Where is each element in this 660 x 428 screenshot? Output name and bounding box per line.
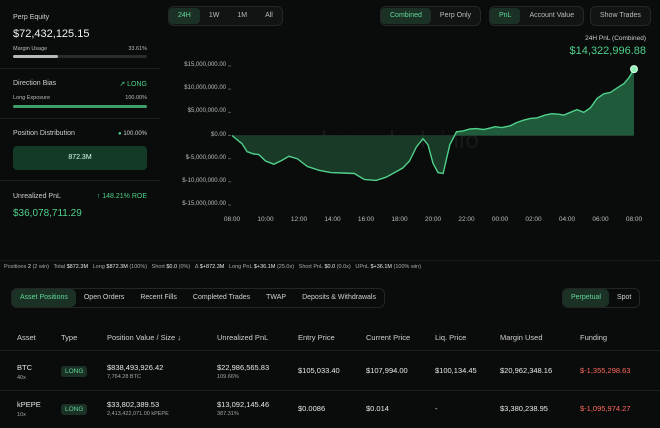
positions-note: (2 win)	[32, 264, 49, 270]
header-entry-price[interactable]: Entry Price	[298, 333, 335, 342]
long-pnl-value: $+36.1M	[253, 264, 276, 270]
entry-price: $105,033.40	[298, 366, 340, 375]
positions-count: 2	[27, 264, 31, 270]
asset-name[interactable]: BTC	[17, 363, 32, 372]
header-funding[interactable]: Funding	[580, 333, 607, 342]
position-value: $33,802,389.53	[107, 400, 160, 409]
margin-used: $20,962,348.16	[500, 366, 553, 375]
positions-label: Positions	[4, 264, 27, 270]
header-unrealized-pnl[interactable]: Unrealized PnL	[217, 333, 268, 342]
x-tick-label: 16:00	[357, 216, 375, 223]
total-label: Total	[53, 264, 66, 270]
short-pnl-x: (0.0x)	[336, 264, 351, 270]
upnl-note: (100% win)	[393, 264, 422, 270]
tab-twap[interactable]: TWAP	[258, 289, 294, 307]
unrealized-pnl: $22,986,565.83	[217, 363, 270, 372]
position-value: $838,493,926.42	[107, 363, 164, 372]
x-tick-label: 04:00	[558, 216, 576, 223]
x-tick-label: 10:00	[257, 216, 274, 223]
positions-tabs: Asset Positions Open Orders Recent Fills…	[11, 288, 385, 308]
funding: $-1,095,974.27	[580, 404, 631, 413]
current-price: $0.014	[366, 404, 389, 413]
long-pnl-x: (25.0x)	[276, 264, 295, 270]
dashboard: Perp Equity $72,432,125.15 Margin Usage …	[0, 0, 660, 428]
short-value: $0.0	[166, 264, 178, 270]
sort-desc-icon: ↓	[177, 333, 182, 342]
header-asset[interactable]: Asset	[17, 333, 36, 342]
asset-leverage: 10x	[17, 412, 26, 418]
x-tick-label: 02:00	[525, 216, 542, 223]
x-tick-label: 06:00	[592, 216, 609, 223]
position-size: 2,413,422,071.00 kPEPE	[107, 411, 169, 417]
total-value: $872.3M	[66, 264, 89, 270]
spot-button[interactable]: Spot	[609, 289, 639, 307]
header-position-value-text: Position Value / Size	[107, 333, 176, 342]
liq-price: $100,134.45	[435, 366, 477, 375]
header-type[interactable]: Type	[61, 333, 77, 342]
tab-asset-positions[interactable]: Asset Positions	[12, 289, 76, 307]
long-pct: (100%)	[129, 264, 148, 270]
x-tick-label: 22:00	[458, 216, 475, 223]
short-label: Short	[151, 264, 165, 270]
asset-name[interactable]: kPEPE	[17, 400, 41, 409]
header-liq-price[interactable]: Liq. Price	[435, 333, 466, 342]
perpetual-button[interactable]: Perpetual	[563, 289, 609, 307]
long-value: $872.3M	[106, 264, 128, 270]
funding: $-1,355,298.63	[580, 366, 631, 375]
short-pnl-value: $0.0	[324, 264, 336, 270]
tab-open-orders[interactable]: Open Orders	[76, 289, 132, 307]
x-tick-label: 14:00	[324, 216, 341, 223]
tab-deposits-withdrawals[interactable]: Deposits & Withdrawals	[294, 289, 384, 307]
delta-value: $+872.3M	[199, 264, 225, 270]
delta-label: Δ	[194, 264, 199, 270]
current-point-marker[interactable]	[630, 65, 638, 74]
long-pnl-label: Long PnL	[228, 264, 253, 270]
header-position-value[interactable]: Position Value / Size ↓	[107, 333, 181, 342]
divider	[0, 350, 660, 351]
market-toggle: Perpetual Spot	[562, 288, 641, 308]
header-margin-used[interactable]: Margin Used	[500, 333, 543, 342]
long-label: Long	[92, 264, 105, 270]
tab-recent-fills[interactable]: Recent Fills	[132, 289, 185, 307]
divider	[0, 390, 660, 391]
margin-used: $3,380,238.95	[500, 404, 548, 413]
upnl-value: $+36.1M	[370, 264, 393, 270]
header-current-price[interactable]: Current Price	[366, 333, 410, 342]
x-tick-label: 08:00	[223, 216, 241, 223]
entry-price: $0.0086	[298, 404, 326, 413]
liq-price: -	[435, 404, 438, 413]
short-pnl-label: Short PnL	[298, 264, 323, 270]
type-badge: LONG	[61, 404, 88, 415]
stats-strip: Positions 2 (2 win) Total $872.3M Long $…	[0, 260, 660, 276]
tab-completed-trades[interactable]: Completed Trades	[185, 289, 258, 307]
asset-leverage: 40x	[17, 375, 26, 381]
unrealized-pnl-pct: 109.66%	[217, 374, 239, 380]
upnl-label: UPnL	[355, 264, 369, 270]
x-tick-label: 18:00	[391, 216, 408, 223]
unrealized-pnl: $13,092,145.46	[217, 400, 270, 409]
x-tick-label: 08:00	[625, 216, 643, 223]
x-tick-label: 20:00	[424, 216, 442, 223]
x-tick-label: 12:00	[290, 216, 308, 223]
short-pct: (0%)	[178, 264, 191, 270]
type-badge: LONG	[61, 366, 88, 377]
x-tick-label: 00:00	[491, 216, 509, 223]
position-size: 7,764.28 BTC	[107, 374, 141, 380]
current-price: $107,994.00	[366, 366, 408, 375]
unrealized-pnl-pct: 387.31%	[217, 411, 239, 417]
